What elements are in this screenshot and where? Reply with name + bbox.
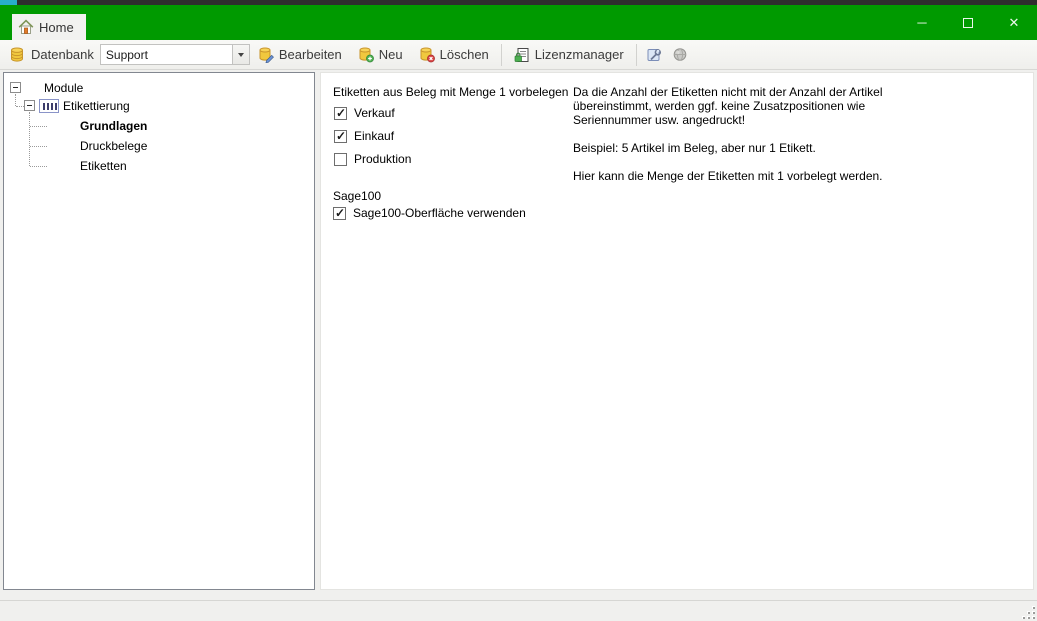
close-button[interactable]: ✕ [991, 5, 1037, 40]
tree-node-etiketten[interactable]: Etiketten [80, 159, 127, 173]
loeschen-button[interactable]: Löschen [411, 43, 497, 67]
lizenzmanager-button[interactable]: Lizenzmanager [506, 43, 632, 67]
help-paragraph: Da die Anzahl der Etiketten nicht mit de… [573, 85, 918, 127]
tree-connector [30, 166, 47, 167]
group-label-sage100: Sage100 [333, 189, 381, 203]
einkauf-label: Einkauf [354, 129, 394, 143]
database-combobox[interactable]: Support [100, 44, 250, 65]
produktion-label: Produktion [354, 152, 411, 166]
statusbar [0, 600, 1037, 621]
database-add-icon [358, 47, 374, 63]
lizenzmanager-label: Lizenzmanager [535, 47, 624, 62]
verkauf-checkbox[interactable] [334, 107, 347, 120]
sage100-oberflaeche-checkbox[interactable] [333, 207, 346, 220]
resize-grip-icon[interactable] [1023, 607, 1035, 619]
bearbeiten-label: Bearbeiten [279, 47, 342, 62]
app-window: ─ ✕ Home Datenbank Support [0, 0, 1037, 621]
tree-node-druckbelege[interactable]: Druckbelege [80, 139, 147, 153]
loeschen-label: Löschen [440, 47, 489, 62]
settings-panel: Etiketten aus Beleg mit Menge 1 vorbeleg… [320, 72, 1034, 590]
tree-node-grundlagen[interactable]: Grundlagen [80, 119, 147, 133]
neu-label: Neu [379, 47, 403, 62]
module-tree-panel: Module Etikettierung Grundlagen Druckbel… [3, 72, 315, 590]
collapse-icon[interactable] [24, 100, 35, 111]
close-icon: ✕ [1009, 15, 1020, 31]
collapse-icon[interactable] [10, 82, 21, 93]
database-combobox-value[interactable]: Support [101, 45, 232, 64]
tab-home-label: Home [39, 20, 74, 35]
tree-connector [15, 94, 16, 106]
datenbank-label: Datenbank [31, 47, 94, 62]
einkauf-checkbox[interactable] [334, 130, 347, 143]
help-text: Da die Anzahl der Etiketten nicht mit de… [573, 85, 918, 197]
options-button[interactable] [641, 43, 667, 67]
barcode-icon [39, 99, 59, 113]
tree-connector [16, 106, 24, 107]
sage100-oberflaeche-label: Sage100-Oberfläche verwenden [353, 206, 526, 220]
toolbar-separator [636, 44, 637, 66]
neu-button[interactable]: Neu [350, 43, 411, 67]
tree-connector [29, 112, 30, 166]
dropdown-arrow-icon [238, 53, 244, 57]
license-manager-icon [514, 47, 530, 63]
toolbar-separator [501, 44, 502, 66]
database-edit-icon [258, 47, 274, 63]
checkbox-row-verkauf: Verkauf [334, 106, 395, 120]
tree-node-module[interactable]: Module [44, 81, 83, 95]
checkbox-row-produktion: Produktion [334, 152, 411, 166]
checkbox-row-sage100: Sage100-Oberfläche verwenden [333, 206, 526, 220]
bearbeiten-button[interactable]: Bearbeiten [250, 43, 350, 67]
maximize-button[interactable] [945, 5, 991, 40]
tree-node-etikettierung[interactable]: Etikettierung [63, 99, 130, 113]
help-paragraph: Beispiel: 5 Artikel im Beleg, aber nur 1… [573, 141, 918, 155]
database-delete-icon [419, 47, 435, 63]
window-controls: ─ ✕ [899, 5, 1037, 40]
produktion-checkbox[interactable] [334, 153, 347, 166]
client-area: Module Etikettierung Grundlagen Druckbel… [0, 70, 1037, 600]
options-icon [646, 47, 662, 63]
tree-connector [30, 146, 47, 147]
verkauf-label: Verkauf [354, 106, 395, 120]
module-tree: Module Etikettierung Grundlagen Druckbel… [4, 73, 314, 589]
globe-button[interactable] [667, 43, 693, 67]
database-combobox-dropdown-button[interactable] [232, 45, 249, 64]
toolbar: Datenbank Support Bearbeiten Neu [0, 40, 1037, 70]
maximize-icon [963, 18, 973, 28]
tab-home[interactable]: Home [12, 14, 86, 40]
minimize-button[interactable]: ─ [899, 5, 945, 40]
group-label-etiketten-menge: Etiketten aus Beleg mit Menge 1 vorbeleg… [333, 85, 568, 99]
database-icon [9, 47, 25, 63]
tree-connector [30, 126, 47, 127]
home-icon [18, 19, 34, 35]
help-paragraph: Hier kann die Menge der Etiketten mit 1 … [573, 169, 918, 183]
globe-icon [672, 47, 688, 63]
checkbox-row-einkauf: Einkauf [334, 129, 394, 143]
minimize-icon: ─ [917, 15, 926, 30]
titlebar: ─ ✕ Home [0, 5, 1037, 40]
